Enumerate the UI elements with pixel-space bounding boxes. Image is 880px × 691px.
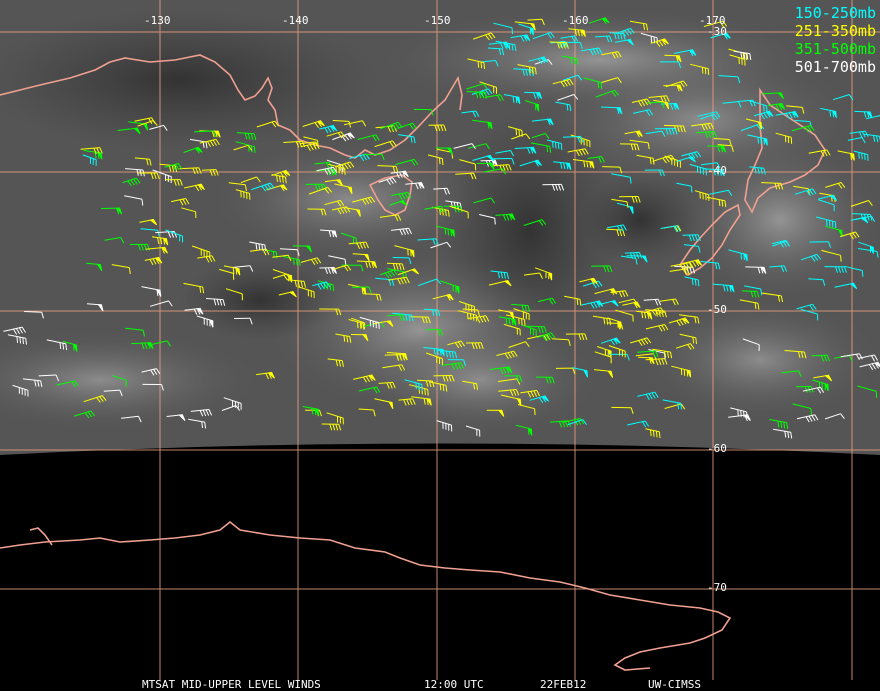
lon-label: -140 <box>282 15 309 27</box>
lat-label: -40 <box>707 165 727 177</box>
water-vapor-map <box>0 0 880 680</box>
legend-item-251-350: 251-350mb <box>795 22 876 40</box>
lat-label: -60 <box>707 443 727 455</box>
lat-label: -30 <box>707 26 727 38</box>
legend-item-501-700: 501-700mb <box>795 58 876 76</box>
lon-label: -130 <box>144 15 171 27</box>
legend-item-150-250: 150-250mb <box>795 4 876 22</box>
lat-label: -50 <box>707 304 727 316</box>
legend-item-351-500: 351-500mb <box>795 40 876 58</box>
lon-label: -160 <box>562 15 589 27</box>
lat-label: -70 <box>707 582 727 594</box>
lon-label: -150 <box>424 15 451 27</box>
